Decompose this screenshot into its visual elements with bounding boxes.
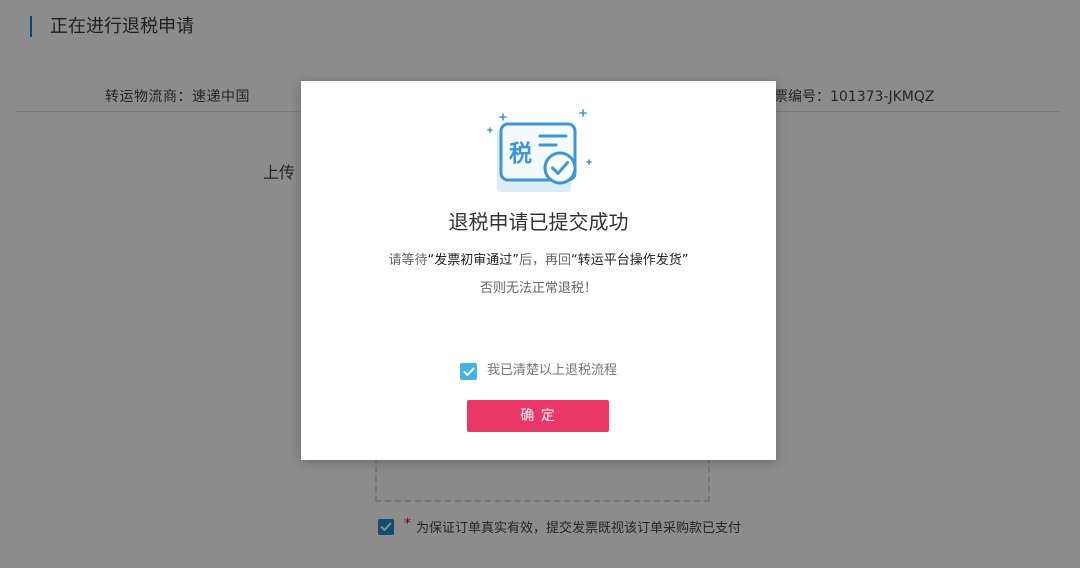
message-highlight-ship-operation: “转运平台操作发货” — [571, 253, 689, 268]
dialog-message-line-2: 否则无法正常退税！ — [479, 281, 597, 296]
tax-success-icon: 税 — [487, 109, 592, 192]
acknowledge-label[interactable]: 我已清楚以上退税流程 — [487, 362, 617, 380]
checkmark-icon — [463, 367, 474, 376]
refund-success-dialog: 税 退税申请已提交成功 请等待“发票初审通过”后，再回“转运平台操作发货” 否则… — [301, 81, 776, 460]
acknowledge-checkbox[interactable] — [460, 363, 477, 380]
check-circle-icon — [543, 151, 577, 185]
confirm-button[interactable]: 确 定 — [467, 400, 609, 432]
message-middle: 后，再回 — [519, 253, 572, 268]
tax-glyph: 税 — [509, 140, 532, 167]
message-prefix: 请等待 — [388, 253, 428, 268]
dialog-title: 退税申请已提交成功 — [448, 210, 629, 234]
message-highlight-invoice-review: “发票初审通过” — [427, 253, 519, 268]
dialog-message-line-1: 请等待“发票初审通过”后，再回“转运平台操作发货” — [301, 252, 776, 270]
